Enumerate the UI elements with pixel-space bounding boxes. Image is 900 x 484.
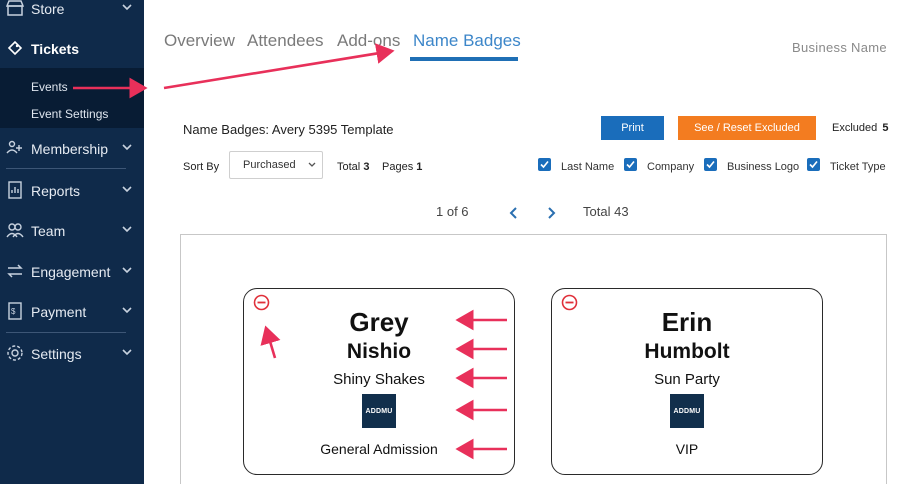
checkbox-company[interactable] bbox=[624, 158, 637, 171]
pager-total: Total 43 bbox=[583, 204, 629, 219]
sort-by-label: Sort By bbox=[183, 161, 220, 173]
pager-total-value: 43 bbox=[614, 204, 629, 219]
sidebar-item-reports[interactable]: Reports bbox=[0, 177, 144, 205]
badge-last-name: Nishio bbox=[346, 340, 412, 363]
app-root: Store Tickets Events Event Settings Memb… bbox=[0, 0, 900, 484]
excluded-label: Excluded bbox=[832, 122, 878, 134]
submenu-item-events[interactable]: Events bbox=[31, 80, 68, 94]
engagement-icon bbox=[7, 264, 23, 278]
team-icon bbox=[6, 223, 24, 238]
chevron-left-icon[interactable] bbox=[508, 206, 520, 220]
checkbox-business-logo[interactable] bbox=[704, 158, 717, 171]
name-badge: Erin Humbolt Sun Party ADDMU VIP bbox=[551, 288, 823, 475]
sort-by-select[interactable]: Purchased bbox=[229, 151, 323, 179]
tab-add-ons[interactable]: Add-ons bbox=[337, 31, 400, 51]
tab-attendees[interactable]: Attendees bbox=[247, 31, 324, 51]
sidebar-item-membership[interactable]: Membership bbox=[0, 135, 144, 163]
business-logo: ADDMU bbox=[362, 394, 396, 428]
badge-first-name: Grey bbox=[349, 307, 409, 337]
name-badge: Grey Nishio Shiny Shakes ADDMU General A… bbox=[243, 288, 515, 475]
chevron-down-icon bbox=[122, 4, 132, 11]
checkbox-label: Last Name bbox=[561, 161, 615, 173]
chevron-down-icon bbox=[122, 144, 132, 151]
tickets-submenu: Events Event Settings bbox=[0, 68, 144, 128]
chevron-down-icon bbox=[122, 349, 132, 356]
tab-overview[interactable]: Overview bbox=[164, 31, 235, 51]
checkbox-label: Company bbox=[647, 161, 695, 173]
sidebar-item-label: Settings bbox=[31, 346, 82, 362]
badge-first-name: Erin bbox=[661, 307, 713, 337]
chevron-down-icon bbox=[122, 226, 132, 233]
pager-total-label: Total bbox=[583, 204, 611, 219]
print-button[interactable]: Print bbox=[601, 116, 664, 140]
business-logo: ADDMU bbox=[670, 394, 704, 428]
template-title: Name Badges: Avery 5395 Template bbox=[183, 122, 394, 137]
badge-last-name: Humbolt bbox=[644, 340, 730, 363]
sidebar-item-label: Payment bbox=[31, 304, 87, 320]
badge-ticket-type: VIP bbox=[675, 441, 699, 457]
logo-text: ADDMU bbox=[673, 407, 701, 415]
sidebar-item-payment[interactable]: $ Payment bbox=[0, 298, 144, 326]
total-count: Total 3 bbox=[337, 161, 369, 173]
sidebar-item-label: Store bbox=[31, 1, 65, 17]
pages-value: 1 bbox=[416, 161, 423, 173]
chevron-right-icon[interactable] bbox=[545, 206, 557, 220]
sidebar-divider bbox=[6, 332, 126, 333]
badge-company: Sun Party bbox=[654, 371, 720, 388]
logo-text: ADDMU bbox=[365, 407, 393, 415]
sidebar-item-label: Membership bbox=[31, 141, 109, 157]
active-tab-indicator bbox=[410, 57, 518, 61]
sidebar-item-settings[interactable]: Settings bbox=[0, 340, 144, 368]
chevron-down-icon bbox=[122, 307, 132, 314]
sidebar-item-tickets[interactable]: Tickets bbox=[0, 35, 144, 63]
badge-company: Shiny Shakes bbox=[333, 371, 425, 388]
svg-text:$: $ bbox=[11, 307, 16, 316]
payment-icon: $ bbox=[8, 302, 22, 320]
pages-count: Pages 1 bbox=[382, 161, 422, 173]
checkbox-label: Ticket Type bbox=[830, 161, 886, 173]
sidebar-item-store[interactable]: Store bbox=[0, 0, 144, 23]
submenu-item-event-settings[interactable]: Event Settings bbox=[31, 107, 108, 121]
pages-label: Pages bbox=[382, 161, 414, 173]
gear-icon bbox=[7, 345, 23, 361]
checkbox-ticket-type[interactable] bbox=[807, 158, 820, 171]
excluded-count: Excluded 5 bbox=[832, 122, 888, 134]
checkmark-icon bbox=[540, 160, 549, 169]
business-name: Business Name bbox=[792, 40, 887, 55]
see-reset-excluded-button[interactable]: See / Reset Excluded bbox=[678, 116, 816, 140]
sidebar-item-label: Engagement bbox=[31, 264, 111, 280]
badge-ticket-type: General Admission bbox=[320, 441, 438, 457]
checkmark-icon bbox=[626, 160, 635, 169]
checkmark-icon bbox=[706, 160, 715, 169]
sort-by-value: Purchased bbox=[243, 159, 296, 171]
sidebar-item-label: Reports bbox=[31, 183, 81, 199]
checkbox-last-name[interactable] bbox=[538, 158, 551, 171]
chevron-down-icon bbox=[122, 267, 132, 274]
sidebar-divider bbox=[6, 168, 126, 169]
tab-name-badges[interactable]: Name Badges bbox=[413, 31, 521, 51]
ticket-icon bbox=[7, 40, 23, 56]
chevron-down-icon bbox=[122, 186, 132, 193]
checkmark-icon bbox=[809, 160, 818, 169]
excluded-value: 5 bbox=[882, 122, 889, 134]
sidebar-item-team[interactable]: Team bbox=[0, 217, 144, 245]
page-position: 1 of 6 bbox=[436, 204, 469, 219]
sidebar: Store Tickets Events Event Settings Memb… bbox=[0, 0, 144, 484]
checkbox-label: Business Logo bbox=[727, 161, 800, 173]
sidebar-item-label: Tickets bbox=[31, 41, 79, 57]
membership-icon bbox=[6, 140, 22, 154]
sidebar-item-engagement[interactable]: Engagement bbox=[0, 258, 144, 286]
sidebar-item-label: Team bbox=[31, 223, 66, 239]
total-label: Total bbox=[337, 161, 361, 173]
total-value: 3 bbox=[363, 161, 370, 173]
chevron-down-icon bbox=[308, 162, 316, 167]
annotation-arrow bbox=[163, 43, 395, 90]
store-icon bbox=[6, 0, 24, 16]
report-icon bbox=[8, 181, 22, 199]
